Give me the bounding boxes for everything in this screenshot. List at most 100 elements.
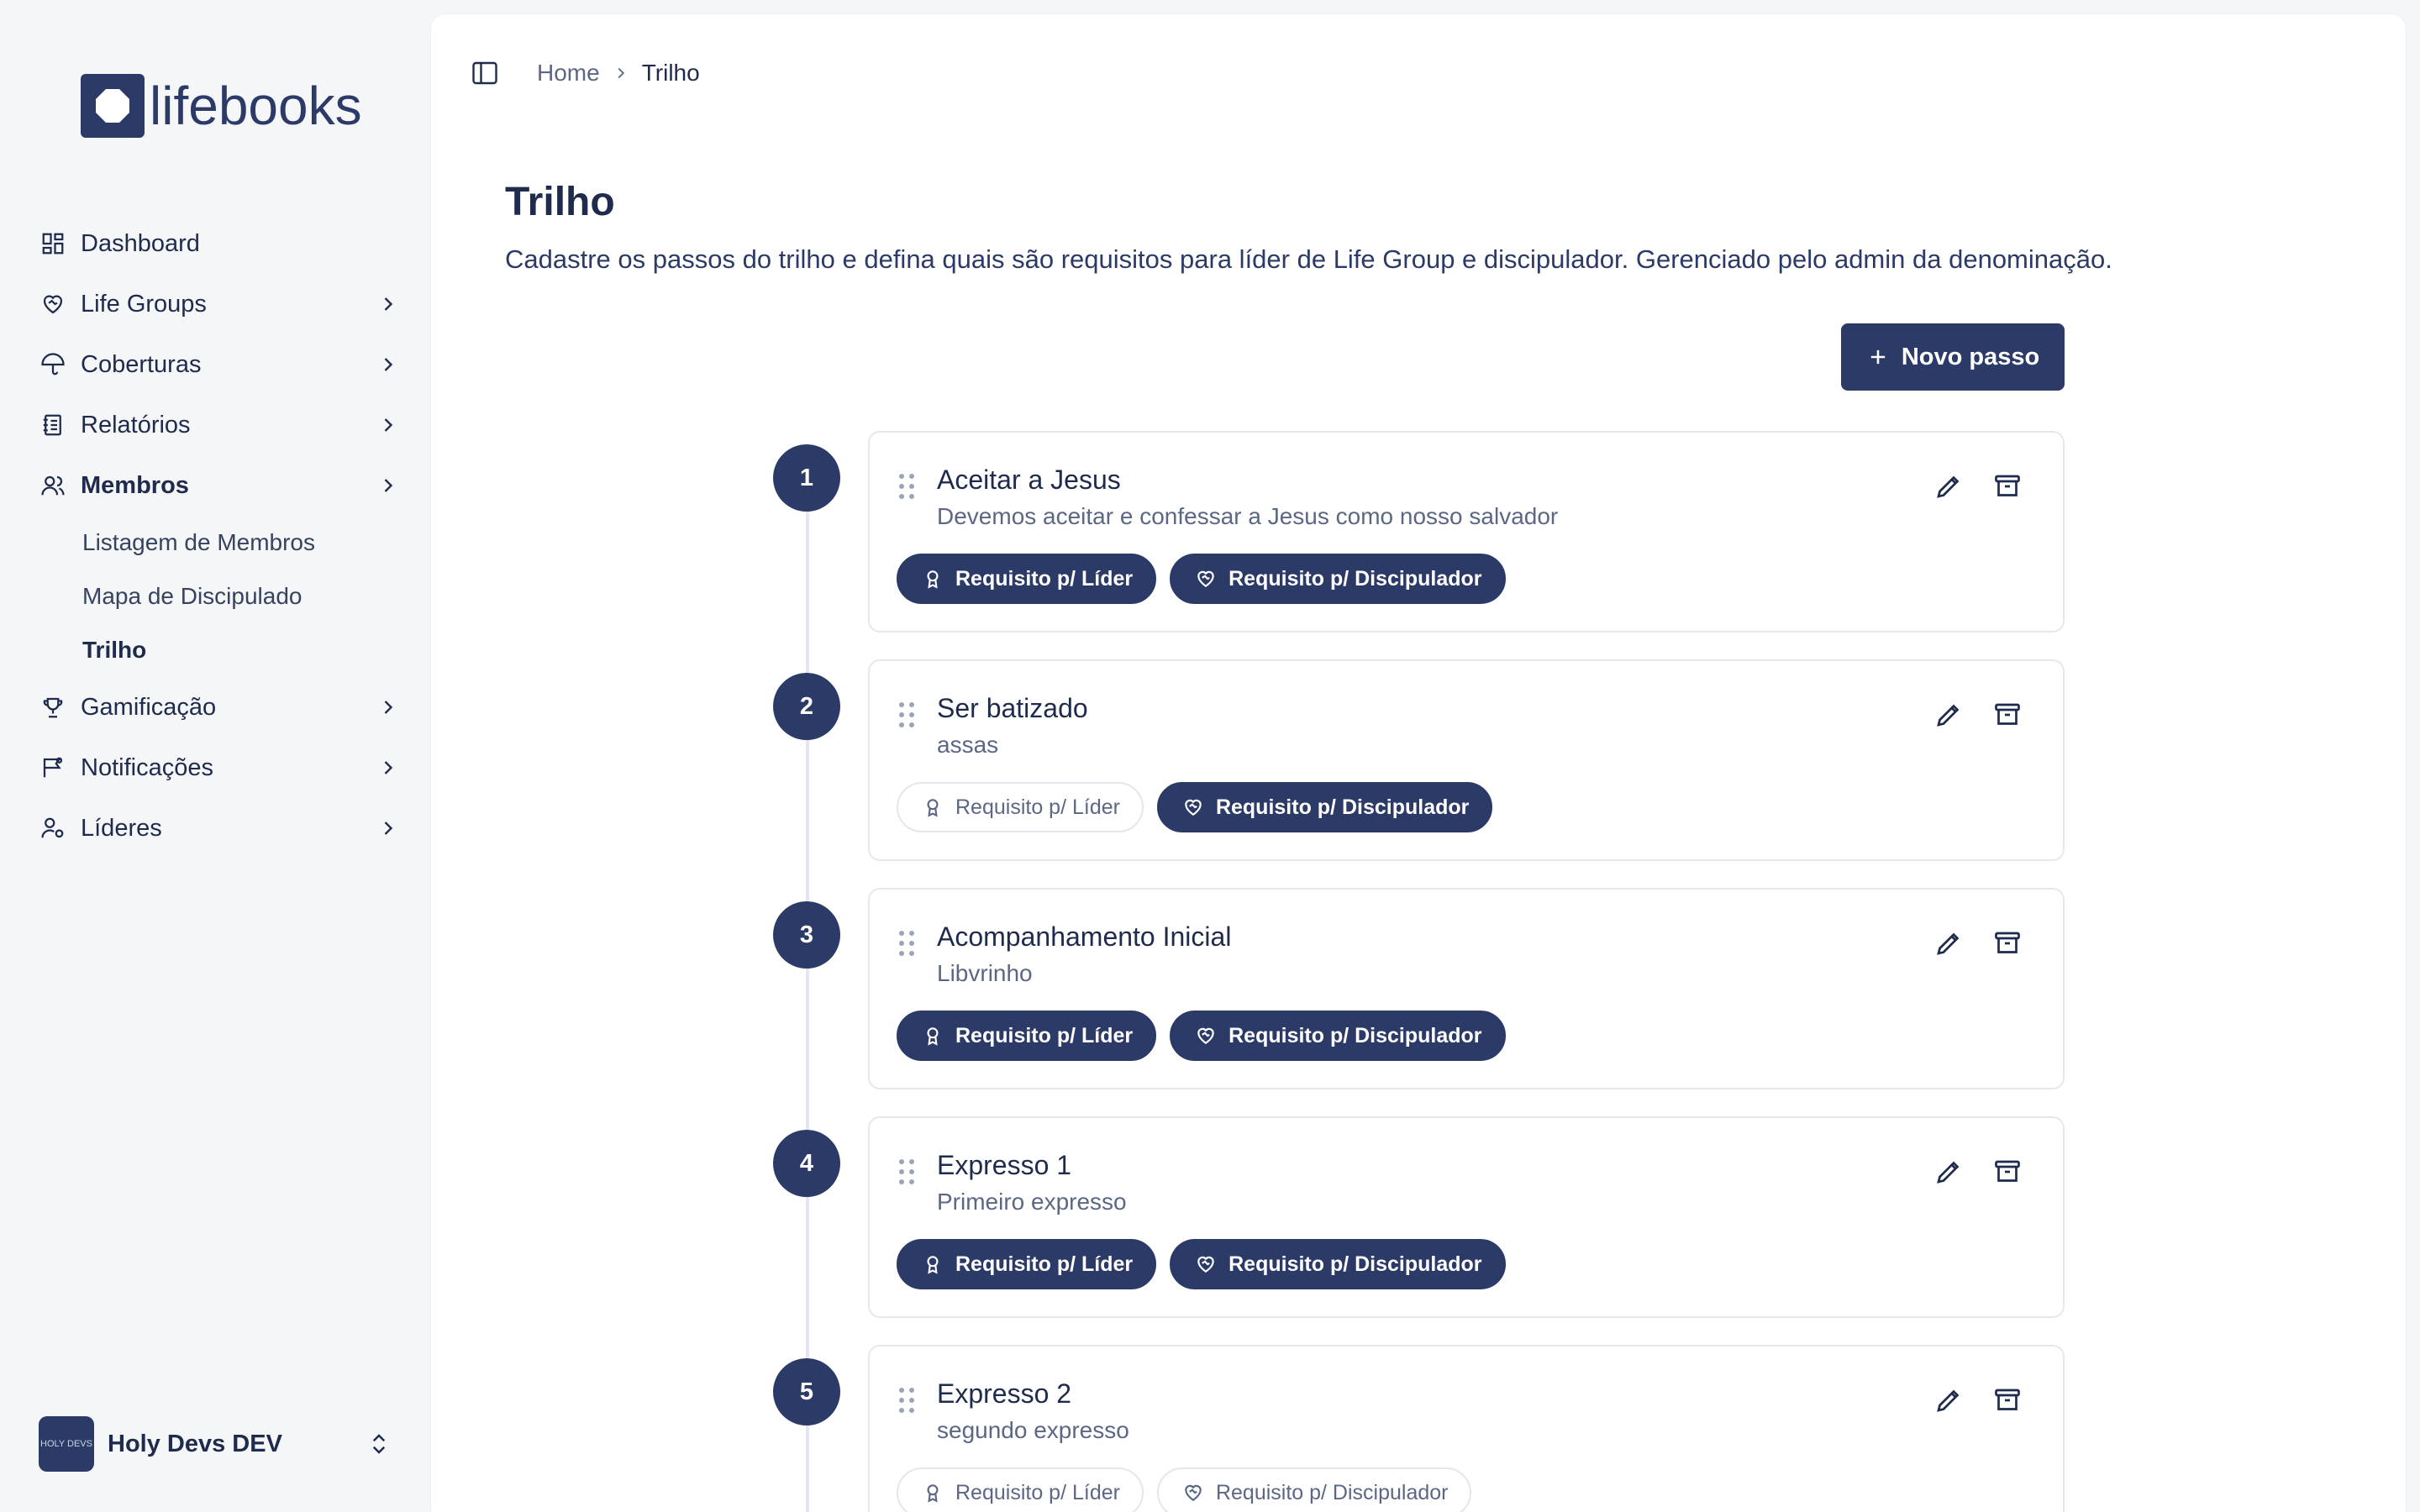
breadcrumb-home[interactable]: Home [537,60,600,87]
edit-step-button[interactable] [1933,1385,1964,1415]
sidebar-item-label: Membros [81,471,189,499]
archive-step-button[interactable] [1992,471,2023,501]
step-description: Libvrinho [937,960,1033,986]
drag-handle-icon[interactable] [898,1387,915,1414]
step-number: 5 [773,1358,840,1425]
sidebar-item-relatorios[interactable]: Relatórios [39,395,400,455]
heart-handshake-icon [1182,796,1204,818]
drag-handle-icon[interactable] [898,701,915,728]
archive-icon [1995,703,2020,725]
archive-step-button[interactable] [1992,1157,2023,1187]
page-title: Trilho [505,180,615,224]
org-switcher[interactable]: HOLY DEVS Holy Devs DEV [39,1416,392,1472]
sidebar-item-life-groups[interactable]: Life Groups [39,274,400,334]
pencil-icon [1937,1389,1960,1412]
step-number-text: 1 [799,464,814,491]
brand-logo[interactable]: lifebooks [81,74,362,138]
discipler-requirement-toggle[interactable]: Requisito p/ Discipulador [1170,1011,1506,1061]
edit-step-button[interactable] [1933,700,1964,730]
sidebar-item-label: Notificações [81,753,213,781]
award-icon [922,1482,944,1504]
archive-icon [1995,1160,2020,1182]
brand-name: lifebooks [150,76,362,136]
chevron-right-icon [384,297,393,311]
breadcrumb: Home Trilho [537,60,700,87]
step-title: Expresso 2 [937,1378,1072,1409]
new-step-button[interactable]: Novo passo [1841,323,2065,391]
leader-requirement-toggle[interactable]: Requisito p/ Líder [897,1467,1144,1512]
drag-handle-icon[interactable] [898,930,915,957]
drag-handle-icon[interactable] [898,473,915,500]
requirement-badges: Requisito p/ Líder Requisito p/ Discipul… [897,554,1506,604]
archive-icon [1995,1389,2020,1410]
requirement-badges: Requisito p/ Líder Requisito p/ Discipul… [897,1011,1506,1061]
submenu-item-listagem[interactable]: Listagem de Membros [82,516,400,570]
sidebar-item-lideres[interactable]: Líderes [39,798,400,858]
sidebar-item-label: Relatórios [81,411,191,438]
logo-mark-icon [81,74,145,138]
leader-requirement-toggle[interactable]: Requisito p/ Líder [897,554,1157,604]
step-description: assas [937,732,999,758]
trophy-icon [39,693,67,722]
leader-requirement-label: Requisito p/ Líder [955,1252,1134,1276]
chevron-right-icon [384,701,393,714]
leader-requirement-toggle[interactable]: Requisito p/ Líder [897,1239,1157,1289]
user-cog-icon [39,814,67,843]
main-content: Home Trilho Trilho Cadastre os passos do… [430,13,2407,1512]
award-icon [922,1253,944,1275]
sidebar: lifebooks Dashboard Life Groups Cobertur… [0,0,429,1512]
discipler-requirement-label: Requisito p/ Discipulador [1228,1023,1482,1047]
submenu-item-trilho[interactable]: Trilho [82,623,400,677]
panel-left-icon [472,61,497,85]
sidebar-item-coberturas[interactable]: Coberturas [39,334,400,395]
sidebar-toggle-button[interactable] [470,58,500,88]
discipler-requirement-label: Requisito p/ Discipulador [1228,1252,1482,1276]
sidebar-item-label: Dashboard [81,229,200,257]
users-icon [39,471,67,500]
submenu-item-mapa[interactable]: Mapa de Discipulado [82,570,400,623]
topbar: Home Trilho [470,55,700,92]
avatar: HOLY DEVS [39,1416,94,1472]
edit-step-button[interactable] [1933,928,1964,958]
step-actions [1933,928,2023,958]
leader-requirement-toggle[interactable]: Requisito p/ Líder [897,782,1144,832]
edit-step-button[interactable] [1933,471,1964,501]
umbrella-icon [39,350,67,379]
sidebar-item-membros[interactable]: Membros [39,455,400,516]
leader-requirement-label: Requisito p/ Líder [955,1480,1120,1504]
new-step-label: Novo passo [1901,343,2040,370]
step-card: Acompanhamento Inicial Libvrinho Requisi… [868,888,2065,1089]
pencil-icon [1937,932,1960,955]
sidebar-item-label: Gamificação [81,693,217,721]
discipler-requirement-toggle[interactable]: Requisito p/ Discipulador [1156,1467,1472,1512]
discipler-requirement-toggle[interactable]: Requisito p/ Discipulador [1156,782,1493,832]
discipler-requirement-label: Requisito p/ Discipulador [1215,795,1470,819]
award-icon [922,1025,944,1047]
sidebar-item-dashboard[interactable]: Dashboard [39,213,400,274]
step-card: Ser batizado assas Requisito p/ Líder Re [868,659,2065,861]
sidebar-item-notificacoes[interactable]: Notificações [39,738,400,798]
step-description: Primeiro expresso [937,1189,1127,1215]
leader-requirement-toggle[interactable]: Requisito p/ Líder [897,1011,1157,1061]
drag-handle-icon[interactable] [898,1158,915,1185]
chevron-right-icon [618,67,624,79]
discipler-requirement-toggle[interactable]: Requisito p/ Discipulador [1170,554,1506,604]
step-actions [1933,471,2023,501]
pencil-icon [1937,475,1960,498]
step-card: Expresso 1 Primeiro expresso Requisito p… [868,1116,2065,1318]
archive-step-button[interactable] [1992,1385,2023,1415]
requirement-badges: Requisito p/ Líder Requisito p/ Discipul… [897,1239,1506,1289]
step-actions [1933,700,2023,730]
archive-step-button[interactable] [1992,928,2023,958]
heart-handshake-icon [39,290,67,318]
sidebar-item-gamificacao[interactable]: Gamificação [39,677,400,738]
discipler-requirement-label: Requisito p/ Discipulador [1228,566,1482,591]
discipler-requirement-toggle[interactable]: Requisito p/ Discipulador [1170,1239,1506,1289]
step-description: Devemos aceitar e confessar a Jesus como… [937,503,1559,529]
edit-step-button[interactable] [1933,1157,1964,1187]
archive-step-button[interactable] [1992,700,2023,730]
step-number-text: 3 [799,921,814,948]
chevron-right-icon [384,418,393,432]
heart-handshake-icon [1195,568,1217,590]
heart-handshake-icon [1195,1253,1217,1275]
